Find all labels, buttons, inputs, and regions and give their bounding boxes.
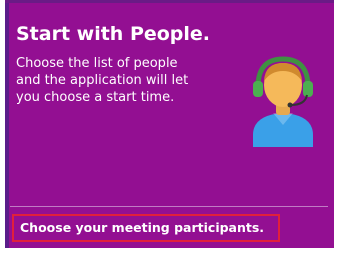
tile-left-border: [5, 0, 9, 248]
choose-participants-link[interactable]: Choose your meeting participants.: [12, 214, 280, 242]
person-with-headset-icon: [245, 55, 321, 147]
tile-top-border: [5, 0, 334, 3]
start-with-people-tile[interactable]: Start with People. Choose the list of pe…: [5, 0, 334, 248]
tile-description: Choose the list of people and the applic…: [16, 55, 226, 106]
tile-description-line: Choose the list of people: [16, 56, 178, 71]
tile-description-line: and the application will let: [16, 73, 189, 88]
tile-divider: [10, 206, 328, 207]
tile-title: Start with People.: [16, 23, 211, 45]
tile-description-line: you choose a start time.: [16, 90, 175, 105]
